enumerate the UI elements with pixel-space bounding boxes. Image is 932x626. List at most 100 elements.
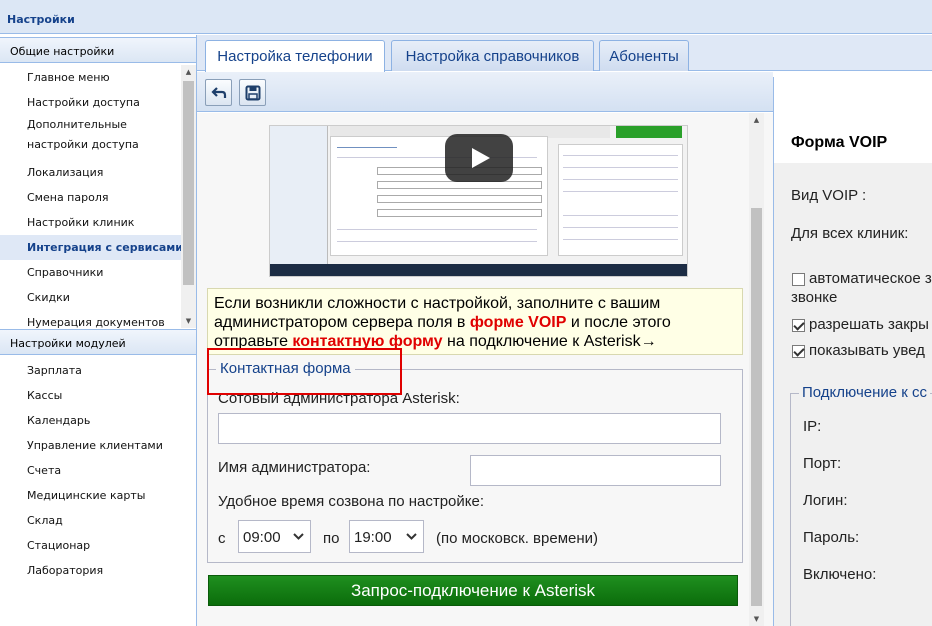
sidebar-item-label: Смена пароля [27,191,109,204]
password-label: Пароль: [803,529,860,546]
sidebar-item-label: Настройки клиник [27,216,135,229]
sidebar-item-access-settings[interactable]: Настройки доступа [0,90,181,115]
general-settings-header-label: Общие настройки [10,45,115,58]
sidebar-item-label: Дополнительные настройки доступа [27,118,139,151]
sidebar-item-salary[interactable]: Зарплата [0,358,181,383]
voip-form-header: Форма VOIP [774,77,932,163]
module-settings-header[interactable]: Настройки модулей [0,329,196,355]
main-panel: Настройка телефонии Настройка справочник… [197,35,932,626]
sidebar-item-service-integration[interactable]: Интеграция с сервисами [0,235,181,260]
back-button[interactable] [205,79,232,106]
show-notifications-label: показывать увед [809,342,925,359]
sidebar-item-calendar[interactable]: Календарь [0,408,181,433]
video-tutorial[interactable] [269,125,688,277]
sidebar-item-localization[interactable]: Локализация [0,160,181,185]
play-icon[interactable] [445,134,513,182]
time-to-label: по [323,530,340,547]
sidebar-item-discounts[interactable]: Скидки [0,285,181,310]
auto-call-checkbox[interactable] [792,273,805,286]
allow-close-checkbox[interactable] [792,319,805,332]
sidebar-item-directories[interactable]: Справочники [0,260,181,285]
show-notifications-checkbox[interactable] [792,345,805,358]
sidebar-item-laboratory[interactable]: Лаборатория [0,558,181,583]
sidebar-item-extra-access-settings[interactable]: Дополнительные настройки доступа [0,115,181,160]
tab-telephony-settings[interactable]: Настройка телефонии [205,40,385,72]
all-clinics-label: Для всех клиник: [791,225,909,242]
tab-label: Абоненты [609,48,679,65]
sidebar-item-label: Главное меню [27,71,110,84]
sidebar-item-label: Настройки доступа [27,96,140,109]
sidebar-item-label: Нумерация документов [27,316,165,328]
voip-form-panel: Форма VOIP Вид VOIP : Для всех клиник: а… [773,77,932,626]
sidebar-item-label: Календарь [27,414,91,427]
admin-name-label: Имя администратора: [218,459,371,476]
port-label: Порт: [803,455,842,472]
sidebar-item-label: Лаборатория [27,564,104,577]
voip-form-link[interactable]: форме VOIP [470,314,567,331]
content-scrollbar[interactable]: ▲ ▼ [749,113,764,626]
tab-strip: Настройка телефонии Настройка справочник… [197,35,932,72]
window-titlebar: Настройки [0,0,932,34]
highlight-annotation-box [207,348,402,395]
module-settings-header-label: Настройки модулей [10,337,126,350]
ip-label: IP: [803,418,822,435]
scroll-up-icon[interactable]: ▲ [749,113,764,127]
time-from-select[interactable]: 09:00 [238,520,311,553]
voip-type-label: Вид VOIP : [791,187,867,204]
tab-label: Настройка телефонии [217,48,373,65]
scroll-up-icon[interactable]: ▲ [181,65,196,79]
sidebar-item-cash-registers[interactable]: Кассы [0,383,181,408]
sidebar-item-label: Медицинские карты [27,489,146,502]
scroll-down-icon[interactable]: ▼ [181,314,196,328]
login-label: Логин: [803,492,848,509]
admin-name-input[interactable] [470,455,721,486]
sidebar-item-invoices[interactable]: Счета [0,458,181,483]
time-from-value: 09:00 [243,529,281,546]
save-button[interactable] [239,79,266,106]
time-to-select[interactable]: 19:00 [349,520,424,553]
time-from-label: с [218,530,226,547]
sidebar-item-label: Зарплата [27,364,82,377]
auto-call-label-cont: звонке [791,289,838,306]
tab-directory-settings[interactable]: Настройка справочников [391,40,594,71]
content-scroll-thumb[interactable] [751,208,762,606]
sidebar-item-label: Кассы [27,389,63,402]
sidebar-item-label: Справочники [27,266,104,279]
sidebar-item-change-password[interactable]: Смена пароля [0,185,181,210]
chevron-down-icon [406,533,417,540]
tab-label: Настройка справочников [405,48,580,65]
video-preview-sidebar [270,126,328,264]
voip-form-title: Форма VOIP [791,134,888,151]
settings-sidebar: Общие настройки Главное меню Настройки д… [0,35,197,626]
contact-form-fieldset: Контактная форма Сотовый администратора … [207,360,743,563]
video-preview-form [330,136,548,256]
back-arrow-icon [211,87,227,98]
sidebar-item-label: Управление клиентами [27,439,163,452]
video-preview-taskbar [270,264,687,276]
sidebar-item-document-numbering[interactable]: Нумерация документов [0,310,181,328]
save-icon [245,85,261,101]
enabled-label: Включено: [803,566,877,583]
sidebar-item-warehouse[interactable]: Склад [0,508,181,533]
admin-phone-input[interactable] [218,413,721,444]
setup-help-notice: Если возникли сложности с настройкой, за… [207,288,743,355]
sidebar-item-label: Интеграция с сервисами [27,241,181,254]
time-to-value: 19:00 [354,529,392,546]
tab-subscribers[interactable]: Абоненты [599,40,689,71]
asterisk-request-button[interactable]: Запрос-подключение к Asterisk [208,575,738,606]
call-time-label: Удобное время созвона по настройке: [218,493,485,510]
notice-text: на подключение к Asterisk→ [442,333,657,350]
sidebar-item-medical-records[interactable]: Медицинские карты [0,483,181,508]
sidebar-scrollbar[interactable]: ▲ ▼ [181,65,196,328]
video-preview-list [558,144,683,256]
sidebar-scroll-thumb[interactable] [183,81,194,285]
sidebar-item-main-menu[interactable]: Главное меню [0,65,181,90]
sidebar-item-client-management[interactable]: Управление клиентами [0,433,181,458]
sidebar-item-clinic-settings[interactable]: Настройки клиник [0,210,181,235]
scroll-down-icon[interactable]: ▼ [749,612,764,626]
telephony-content: Если возникли сложности с настройкой, за… [197,113,773,626]
general-settings-list: Главное меню Настройки доступа Дополните… [0,65,181,328]
sidebar-item-label: Скидки [27,291,70,304]
general-settings-header[interactable]: Общие настройки [0,37,196,63]
sidebar-item-hospital[interactable]: Стационар [0,533,181,558]
